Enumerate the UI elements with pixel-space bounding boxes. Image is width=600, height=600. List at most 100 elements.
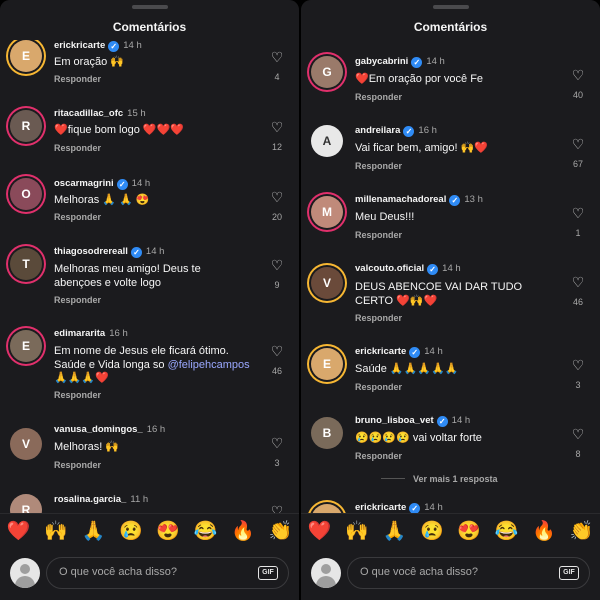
heart-outline-icon[interactable]: ♡ (269, 120, 285, 134)
like-button[interactable]: ♡ 46 (570, 275, 586, 307)
like-button[interactable]: ♡ 3 (570, 358, 586, 390)
avatar[interactable]: R (10, 110, 42, 142)
comment-header: edimararita 16 h (54, 328, 259, 339)
gif-icon[interactable]: GIF (258, 566, 278, 580)
drag-handle[interactable] (432, 5, 469, 9)
username[interactable]: valcouto.oficial (355, 263, 424, 274)
avatar[interactable]: T (10, 248, 42, 280)
reply-button[interactable]: Responder (54, 143, 101, 153)
emoji-fire[interactable]: 🔥 (532, 519, 556, 543)
like-button[interactable]: ♡ 1 (570, 206, 586, 238)
comment-input[interactable]: O que você acha disso? GIF (46, 557, 289, 589)
emoji-cry[interactable]: 😢 (420, 519, 444, 543)
reply-button[interactable]: Responder (54, 212, 101, 222)
comment-input[interactable]: O que você acha disso? GIF (347, 557, 590, 589)
username[interactable]: andreilara (355, 125, 400, 136)
comment-header: oscarmagrini ✓ 14 h (54, 178, 259, 190)
drag-handle[interactable] (131, 5, 168, 9)
heart-outline-icon[interactable]: ♡ (269, 344, 285, 358)
gif-icon[interactable]: GIF (559, 566, 579, 580)
heart-outline-icon[interactable]: ♡ (570, 358, 586, 372)
emoji-heart[interactable]: ❤️ (7, 519, 31, 543)
verified-badge-icon: ✓ (436, 416, 448, 427)
reply-button[interactable]: Responder (355, 451, 402, 461)
avatar[interactable]: O (10, 178, 42, 210)
avatar[interactable]: G (311, 56, 343, 88)
reply-button[interactable]: Responder (355, 313, 402, 323)
avatar[interactable]: B (311, 417, 343, 449)
emoji-raised-hands[interactable]: 🙌 (44, 519, 68, 543)
like-button[interactable]: ♡ 20 (269, 190, 285, 222)
like-button[interactable]: ♡ 9 (269, 258, 285, 290)
comments-panel-left: E erickricarte ✓ 14 h Em oração 🙌 Responde… (0, 0, 299, 600)
username[interactable]: erickricarte (54, 40, 105, 51)
username[interactable]: rosalina.garcia_ (54, 494, 126, 505)
avatar[interactable]: V (10, 428, 42, 460)
timestamp: 15 h (127, 108, 146, 119)
emoji-pray[interactable]: 🙏 (82, 519, 106, 543)
emoji-clap[interactable]: 👏 (268, 519, 292, 543)
username[interactable]: edimararita (54, 328, 105, 339)
verified-badge-icon: ✓ (427, 264, 439, 275)
heart-outline-icon[interactable]: ♡ (269, 50, 285, 64)
like-button[interactable]: ♡ 40 (570, 68, 586, 100)
reply-button[interactable]: Responder (355, 382, 402, 392)
timestamp: 16 h (418, 125, 437, 136)
mention-link[interactable]: @felipehcampos (168, 359, 250, 371)
reply-button[interactable]: Responder (355, 230, 402, 240)
username[interactable]: erickricarte (355, 346, 406, 357)
reply-button[interactable]: Responder (355, 92, 402, 102)
emoji-fire[interactable]: 🔥 (231, 519, 255, 543)
verified-badge-icon: ✓ (116, 179, 128, 190)
emoji-heart[interactable]: ❤️ (308, 519, 332, 543)
reply-button[interactable]: Responder (54, 74, 101, 84)
username[interactable]: oscarmagrini (54, 178, 114, 189)
comment-list[interactable]: G gabycabrini ✓ 14 h ❤️Em oração por você … (301, 0, 600, 514)
avatar[interactable]: E (10, 330, 42, 362)
emoji-clap[interactable]: 👏 (569, 519, 593, 543)
emoji-laugh[interactable]: 😂 (495, 519, 519, 543)
heart-outline-icon[interactable]: ♡ (570, 137, 586, 151)
avatar[interactable]: E (10, 40, 42, 72)
username[interactable]: thiagosodrereall (54, 246, 128, 257)
like-button[interactable]: ♡ 4 (269, 50, 285, 82)
reply-button[interactable]: Responder (355, 161, 402, 171)
heart-outline-icon[interactable]: ♡ (269, 436, 285, 450)
view-more-replies[interactable]: Ver mais 1 resposta (381, 474, 498, 484)
heart-outline-icon[interactable]: ♡ (570, 427, 586, 441)
username[interactable]: vanusa_domingos_ (54, 424, 143, 435)
emoji-heart-eyes[interactable]: 😍 (457, 519, 481, 543)
heart-outline-icon[interactable]: ♡ (570, 206, 586, 220)
reply-button[interactable]: Responder (54, 390, 101, 400)
comment-text: 😢😢😢😢 vai voltar forte (355, 432, 482, 444)
emoji-raised-hands[interactable]: 🙌 (345, 519, 369, 543)
avatar[interactable]: A (311, 125, 343, 157)
like-button[interactable]: ♡ 8 (570, 427, 586, 459)
heart-outline-icon[interactable]: ♡ (269, 190, 285, 204)
emoji-cry[interactable]: 😢 (119, 519, 143, 543)
reply-button[interactable]: Responder (54, 295, 101, 305)
heart-outline-icon[interactable]: ♡ (570, 68, 586, 82)
like-button[interactable]: ♡ 3 (269, 436, 285, 468)
avatar[interactable]: M (311, 196, 343, 228)
emoji-pray[interactable]: 🙏 (383, 519, 407, 543)
username[interactable]: ritacadillac_ofc (54, 108, 123, 119)
avatar[interactable]: V (311, 267, 343, 299)
avatar[interactable]: E (311, 348, 343, 380)
like-count: 3 (274, 458, 280, 468)
like-button[interactable]: ♡ 12 (269, 120, 285, 152)
like-button[interactable]: ♡ 46 (269, 344, 285, 376)
like-button[interactable]: ♡ 67 (570, 137, 586, 169)
comment-list[interactable]: E erickricarte ✓ 14 h Em oração 🙌 Responde… (0, 0, 299, 514)
username[interactable]: millenamachadoreal (355, 194, 446, 205)
avatar[interactable]: R (10, 494, 42, 514)
emoji-heart-eyes[interactable]: 😍 (156, 519, 180, 543)
username[interactable]: erickricarte (355, 502, 406, 513)
comment-item: M millenamachadoreal ✓ 13 h Meu Deus!!! Re… (301, 188, 600, 258)
heart-outline-icon[interactable]: ♡ (570, 275, 586, 289)
heart-outline-icon[interactable]: ♡ (269, 258, 285, 272)
username[interactable]: bruno_lisboa_vet (355, 415, 434, 426)
emoji-laugh[interactable]: 😂 (194, 519, 218, 543)
username[interactable]: gabycabrini (355, 56, 408, 67)
reply-button[interactable]: Responder (54, 460, 101, 470)
